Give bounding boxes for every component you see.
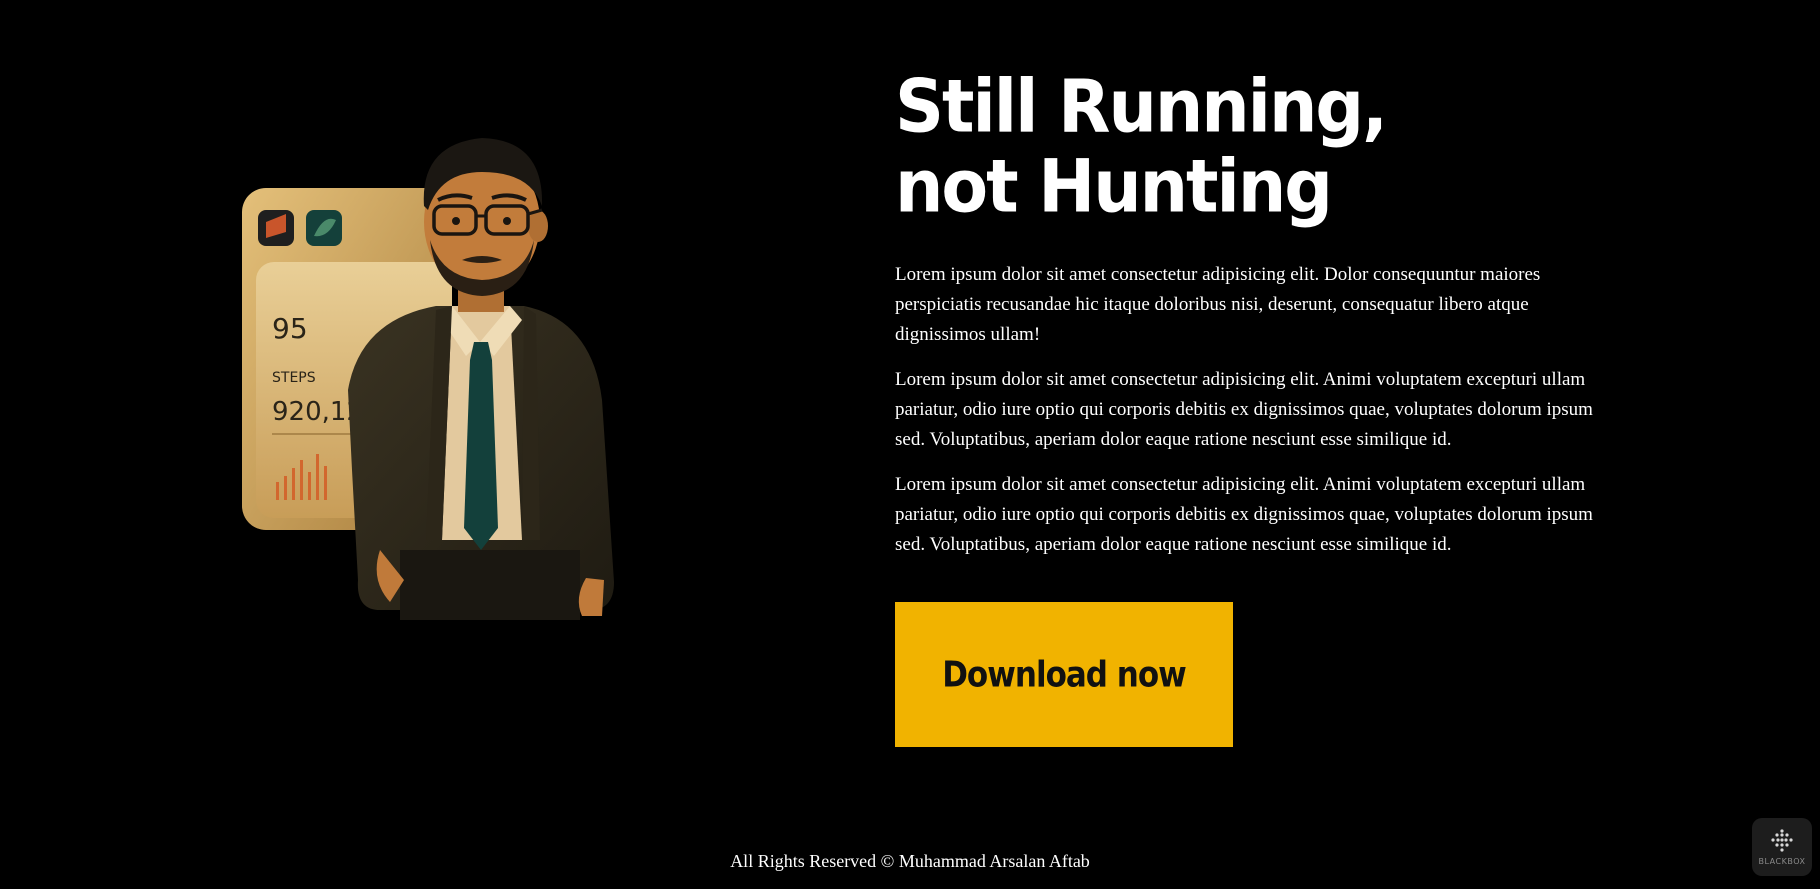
blackbox-widget-button[interactable]: BLACKBOX xyxy=(1752,818,1812,876)
hero-paragraphs: Lorem ipsum dolor sit amet consectetur a… xyxy=(895,260,1615,560)
hero-headline-line-1: Still Running, xyxy=(895,64,1388,151)
hero-paragraph-3: Lorem ipsum dolor sit amet consectetur a… xyxy=(895,474,1593,555)
hero-paragraph-2: Lorem ipsum dolor sit amet consectetur a… xyxy=(895,369,1593,450)
hero-content: Still Running, not Hunting Lorem ipsum d… xyxy=(895,64,1615,747)
card-steps-label: STEPS xyxy=(272,370,316,386)
download-now-label: Download now xyxy=(942,653,1187,696)
widget-label: BLACKBOX xyxy=(1758,857,1806,866)
hero-headline-line-2: not Hunting xyxy=(895,144,1333,230)
man-with-fitness-card-illustration: 95 STEPS 920,12 xyxy=(242,138,614,620)
hero-illustration: 95 STEPS 920,12 xyxy=(230,110,650,620)
dots-grid-icon xyxy=(1771,829,1793,852)
download-now-button[interactable]: Download now xyxy=(895,602,1233,747)
card-value-top: 95 xyxy=(272,312,308,345)
hero-headline: Still Running, not Hunting xyxy=(895,64,1615,230)
footer-copyright: All Rights Reserved © Muhammad Arsalan A… xyxy=(730,851,1090,871)
hero-paragraph-1: Lorem ipsum dolor sit amet consectetur a… xyxy=(895,264,1541,345)
